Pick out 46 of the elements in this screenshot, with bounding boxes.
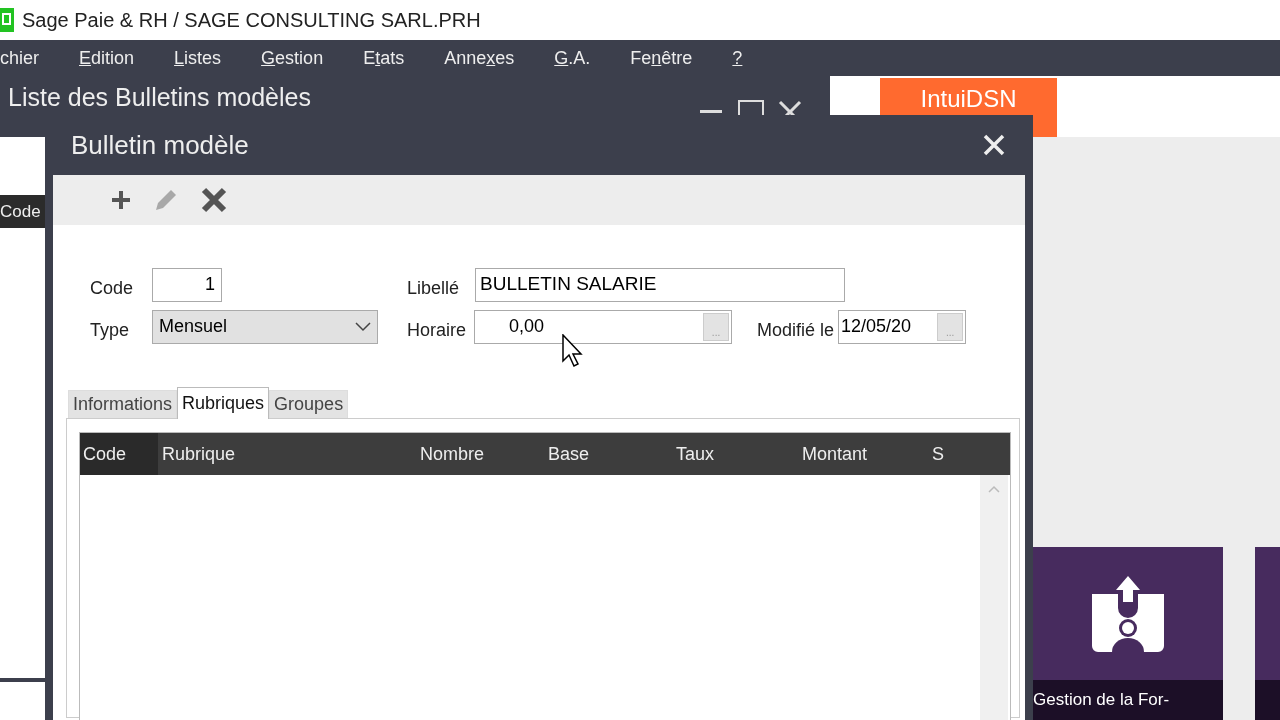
menu-item[interactable]: chier [0, 44, 39, 72]
code-field[interactable]: 1 [152, 267, 222, 302]
menu-item[interactable]: Annexes [444, 44, 515, 72]
close-icon[interactable] [778, 100, 802, 115]
menu-item[interactable]: Gestion [261, 44, 324, 72]
maximize-icon[interactable] [738, 100, 764, 115]
horaire-field[interactable]: 0,00 ... [474, 309, 733, 344]
field-label: Libellé [407, 277, 460, 300]
delete-icon[interactable] [201, 187, 227, 213]
add-icon[interactable] [111, 190, 131, 210]
date-field[interactable]: 12/05/20 ... [838, 309, 967, 344]
column-header[interactable]: Code [80, 433, 158, 475]
module-tile[interactable]: Gestion de la For- [1033, 547, 1223, 720]
module-tile[interactable] [1255, 547, 1280, 720]
column-header: Code [0, 195, 45, 228]
column-header[interactable]: Nombre [416, 440, 544, 468]
dialog-title: Bulletin modèle [71, 128, 249, 162]
type-dropdown[interactable]: Mensuel [152, 309, 378, 344]
window-title: Sage Paie & RH / SAGE CONSULTING SARL.PRH [22, 8, 481, 33]
mouse-pointer-icon [562, 334, 584, 368]
minimize-icon[interactable] [700, 108, 722, 116]
scrollbar[interactable] [980, 475, 1008, 720]
field-label: Code [90, 277, 134, 300]
close-icon[interactable] [983, 134, 1005, 156]
chevron-down-icon [355, 321, 371, 332]
window-title: Liste des Bulletins modèles [8, 82, 311, 112]
menu-item[interactable]: Fenêtre [630, 44, 693, 72]
person-upload-icon [1092, 575, 1164, 652]
libelle-field[interactable]: BULLETIN SALARIE [475, 267, 846, 302]
column-header[interactable]: Taux [672, 440, 798, 468]
field-label: Horaire [407, 319, 467, 342]
tab[interactable]: Informations [68, 390, 178, 419]
menu-item[interactable]: Edition [79, 44, 135, 72]
tab[interactable]: Groupes [269, 390, 349, 419]
column-header[interactable]: Rubrique [158, 440, 416, 468]
menu-item[interactable]: ? [732, 44, 743, 72]
field-label: Type [90, 319, 131, 342]
column-header[interactable]: Base [544, 440, 672, 468]
field-label: Modifié le [757, 319, 835, 342]
tab[interactable]: Rubriques [177, 387, 270, 419]
column-header[interactable]: S [928, 440, 988, 468]
column-header[interactable]: Montant [798, 440, 928, 468]
tile-label: Gestion de la For- [1033, 680, 1223, 720]
menu-item[interactable]: Listes [174, 44, 222, 72]
menu-item[interactable]: Etats [363, 44, 405, 72]
menu-item[interactable]: G.A. [554, 44, 591, 72]
